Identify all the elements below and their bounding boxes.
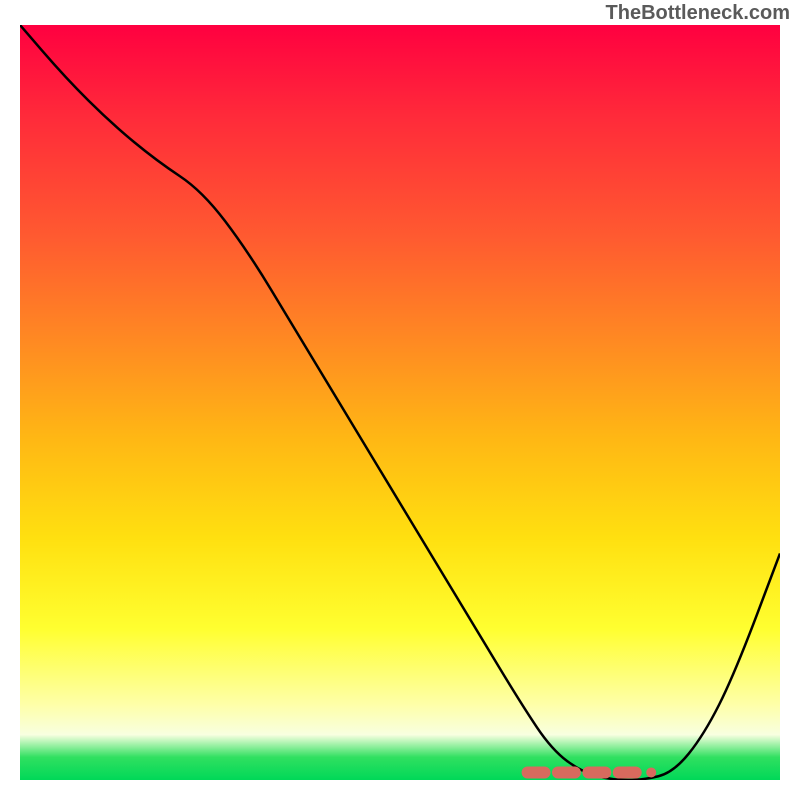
marker-band-segment <box>582 766 611 778</box>
marker-band-segment <box>613 766 642 778</box>
marker-band-segment <box>522 766 551 778</box>
bottleneck-gradient-plot <box>20 25 780 780</box>
marker-band-segment <box>552 766 581 778</box>
marker-band <box>522 766 657 778</box>
bottleneck-curve-svg <box>20 25 780 780</box>
marker-band-dot <box>646 767 656 777</box>
bottleneck-curve-path <box>20 25 780 780</box>
watermark-text: TheBottleneck.com <box>606 2 790 25</box>
